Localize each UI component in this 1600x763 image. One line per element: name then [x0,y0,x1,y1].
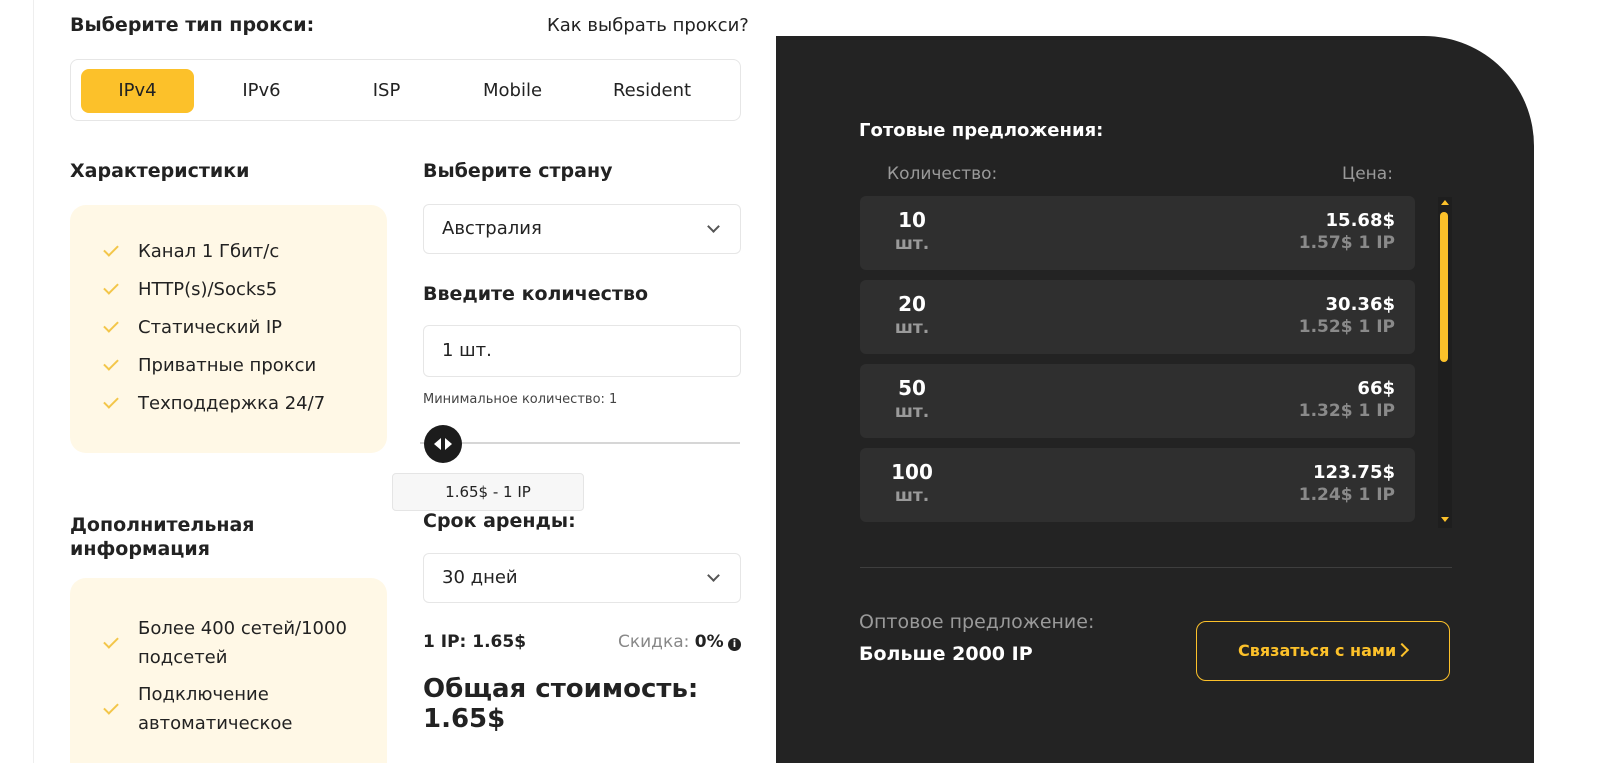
quantity-column-header: Количество: [887,164,998,184]
offer-row[interactable]: 10 шт. 15.68$ 1.57$ 1 IP [860,196,1415,270]
tab-ipv6[interactable]: IPv6 [205,69,318,113]
total-cost-label: Общая стоимость: [423,674,699,704]
contact-us-label: Связаться с нами [1238,641,1397,660]
quantity-title: Введите количество [423,283,649,305]
feature-label: HTTP(s)/Socks5 [138,279,278,300]
additional-info-title: Дополнительная информация [70,514,255,560]
info-item: Подключение автоматическое [103,680,377,738]
price-column-header: Цена: [1342,164,1393,184]
tab-ipv4[interactable]: IPv4 [81,69,194,113]
total-cost-value: 1.65$ [423,704,506,734]
contact-us-button[interactable]: Связаться с нами [1196,621,1450,681]
feature-item: Техподдержка 24/7 [103,393,377,418]
quantity-slider-track[interactable] [420,442,740,444]
feature-item: Статический IP [103,317,377,342]
min-quantity-note: Минимальное количество: 1 [423,392,618,407]
proxy-config-panel: Выберите тип прокси: Как выбрать прокси?… [33,0,774,763]
offer-price: 66$ [1357,378,1395,399]
tab-isp[interactable]: ISP [330,69,443,113]
wholesale-label: Оптовое предложение: [859,611,1095,633]
info-icon[interactable]: i [728,638,741,651]
rent-term-selected-value: 30 дней [442,567,518,588]
chevron-down-icon [707,220,720,233]
check-icon [103,633,119,649]
quantity-value: 1 шт. [442,340,492,361]
ready-offers-panel: Готовые предложения: Количество: Цена: 1… [776,36,1534,763]
offer-price: 30.36$ [1325,294,1395,315]
check-icon [103,279,119,295]
offer-price-per-ip: 1.24$ 1 IP [1298,485,1395,505]
feature-item: Приватные прокси [103,355,377,380]
check-icon [103,317,119,333]
price-per-ip: 1 IP: 1.65$ [423,632,527,652]
offer-price: 123.75$ [1313,462,1395,483]
country-selected-value: Австралия [442,218,542,239]
characteristics-title: Характеристики [70,160,250,182]
wholesale-value: Больше 2000 IP [859,643,1033,665]
how-to-choose-link[interactable]: Как выбрать прокси? [547,15,749,36]
tab-resident[interactable]: Resident [590,69,714,113]
ready-offers-title: Готовые предложения: [859,120,1104,141]
info-item: Более 400 сетей/1000 подсетей [103,614,377,672]
info-label: Более 400 сетей/1000 подсетей [138,618,347,668]
offer-price-per-ip: 1.52$ 1 IP [1298,317,1395,337]
country-select[interactable]: Австралия [423,204,741,254]
offer-price-per-ip: 1.32$ 1 IP [1298,401,1395,421]
proxy-type-tabs: IPv4 IPv6 ISP Mobile Resident [70,59,741,121]
check-icon [103,241,119,257]
offer-quantity: 10 [898,208,926,232]
offer-row[interactable]: 50 шт. 66$ 1.32$ 1 IP [860,364,1415,438]
offer-row[interactable]: 20 шт. 30.36$ 1.52$ 1 IP [860,280,1415,354]
divider [860,567,1452,568]
feature-item: HTTP(s)/Socks5 [103,279,377,304]
additional-info-card: Более 400 сетей/1000 подсетей Подключени… [70,578,387,763]
offer-price-per-ip: 1.57$ 1 IP [1298,233,1395,253]
discount: Скидка: 0% [618,632,724,652]
total-cost: Общая стоимость: 1.65$ [423,674,698,734]
offers-scrollbar-thumb[interactable] [1440,212,1448,362]
offer-unit: шт. [894,318,930,338]
offer-quantity: 20 [898,292,926,316]
rent-term-title: Срок аренды: [423,510,576,532]
quantity-slider-handle[interactable] [424,425,462,463]
chevron-right-icon [1394,642,1410,658]
rent-term-select[interactable]: 30 дней [423,553,741,603]
discount-label: Скидка: [618,632,690,652]
feature-label: Канал 1 Гбит/с [138,241,280,262]
feature-label: Приватные прокси [138,355,317,376]
country-title: Выберите страну [423,160,613,182]
feature-item: Канал 1 Гбит/с [103,241,377,266]
check-icon [103,699,119,715]
tab-mobile[interactable]: Mobile [456,69,569,113]
feature-label: Техподдержка 24/7 [138,393,326,414]
offer-quantity: 100 [891,460,933,484]
chevron-down-icon [707,569,720,582]
offer-unit: шт. [894,402,930,422]
characteristics-card: Канал 1 Гбит/с HTTP(s)/Socks5 Статически… [70,205,387,453]
offer-unit: шт. [894,234,930,254]
quantity-input[interactable]: 1 шт. [423,325,741,377]
page: Выберите тип прокси: Как выбрать прокси?… [0,0,1600,763]
feature-label: Статический IP [138,317,283,338]
discount-value: 0% [694,632,724,652]
offer-quantity: 50 [898,376,926,400]
scroll-down-arrow-icon[interactable] [1441,517,1449,522]
offer-unit: шт. [894,486,930,506]
check-icon [103,355,119,371]
offer-price: 15.68$ [1325,210,1395,231]
info-label: Подключение автоматическое [138,684,293,734]
slider-arrows-icon [434,438,452,450]
proxy-type-title: Выберите тип прокси: [70,14,315,36]
check-icon [103,393,119,409]
offer-row[interactable]: 100 шт. 123.75$ 1.24$ 1 IP [860,448,1415,522]
scroll-up-arrow-icon[interactable] [1441,200,1449,205]
price-tooltip: 1.65$ - 1 IP [392,473,584,511]
